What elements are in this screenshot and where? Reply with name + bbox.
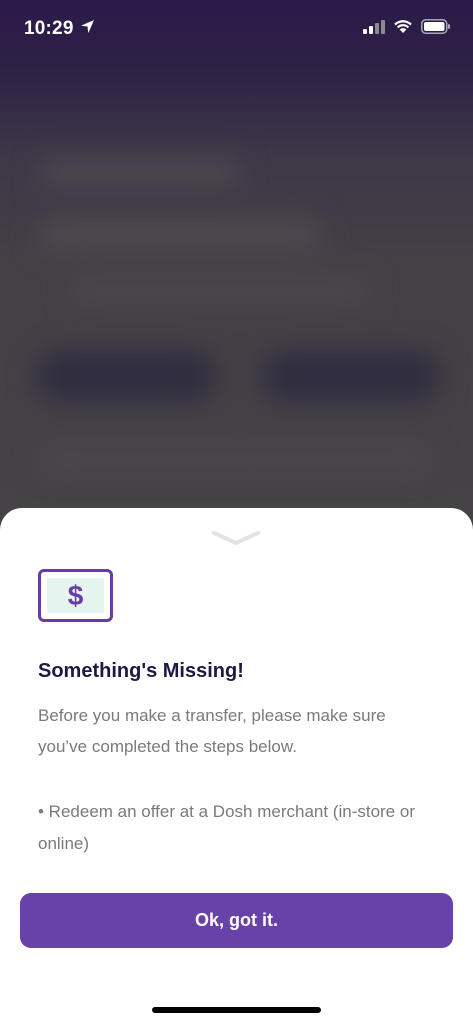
wifi-icon [393, 19, 413, 39]
ok-got-it-button[interactable]: Ok, got it. [20, 893, 453, 948]
cellular-signal-icon [363, 19, 385, 39]
requirement-item: • Redeem an offer at a Dosh merchant (in… [38, 802, 415, 853]
dollar-sign: $ [67, 579, 84, 611]
bottom-sheet: $ Something's Missing! Before you make a… [0, 508, 473, 1024]
dollar-bill-inner: $ [47, 578, 104, 613]
dollar-bill-icon: $ [38, 569, 113, 622]
screen: 10:29 $ Something's Missing! Before you … [0, 0, 473, 1024]
status-left: 10:29 [24, 18, 95, 40]
home-indicator [152, 1007, 321, 1013]
battery-icon [421, 19, 451, 39]
chevron-down-icon[interactable] [212, 530, 260, 548]
status-time: 10:29 [24, 18, 74, 39]
status-right [363, 19, 451, 39]
status-bar: 10:29 [0, 0, 473, 58]
location-arrow-icon [80, 19, 95, 39]
sheet-body-text: Before you make a transfer, please make … [38, 706, 386, 756]
sheet-title: Something's Missing! [38, 660, 244, 682]
